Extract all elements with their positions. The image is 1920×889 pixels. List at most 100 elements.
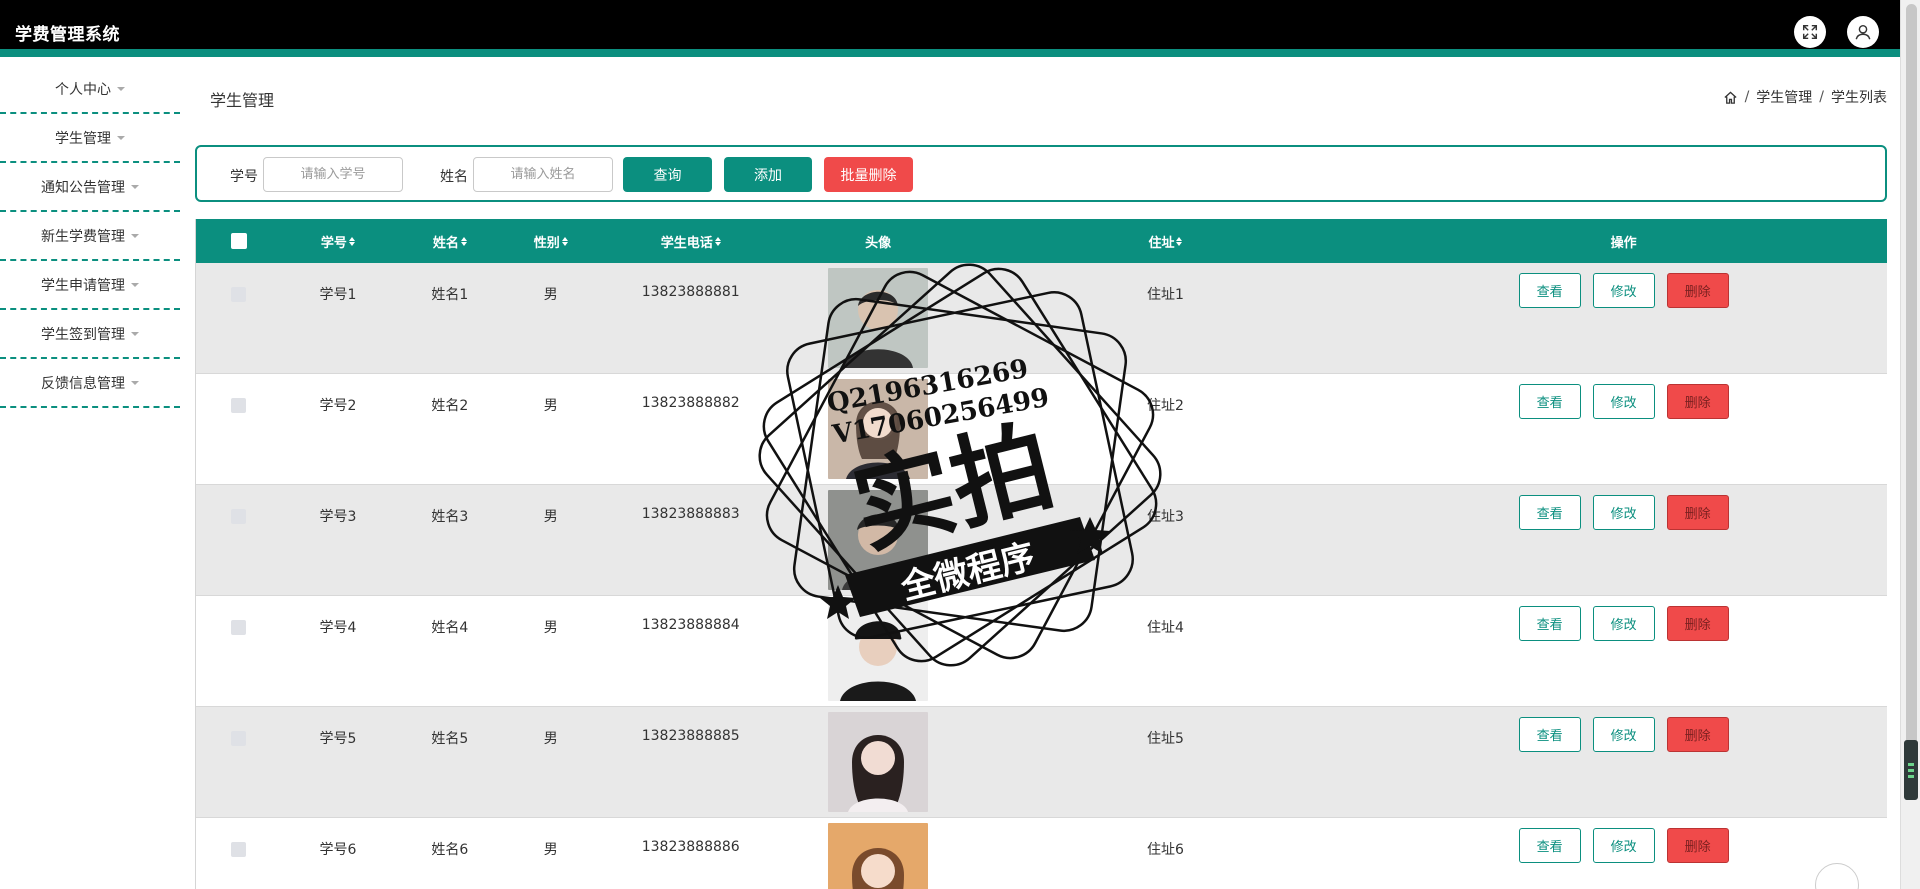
top-bar: 学费管理系统 bbox=[0, 0, 1900, 57]
add-button[interactable]: 添加 bbox=[724, 157, 812, 192]
cell-gender: 男 bbox=[543, 620, 558, 636]
select-all-checkbox[interactable] bbox=[230, 233, 247, 249]
cell-address: 住址5 bbox=[1146, 731, 1184, 747]
sidebar-item-notice-management[interactable]: 通知公告管理 bbox=[0, 163, 180, 212]
sidebar-item-personal-center[interactable]: 个人中心 bbox=[0, 65, 180, 114]
view-button[interactable]: 查看 bbox=[1518, 273, 1581, 308]
student-id-input[interactable] bbox=[263, 157, 403, 192]
cell-student-id: 学号5 bbox=[319, 731, 357, 747]
cell-name: 姓名2 bbox=[431, 398, 469, 414]
sidebar-item-label: 学生管理 bbox=[55, 130, 111, 147]
view-button[interactable]: 查看 bbox=[1518, 384, 1581, 419]
sidebar-item-label: 通知公告管理 bbox=[41, 179, 125, 196]
edit-button[interactable]: 修改 bbox=[1592, 273, 1655, 308]
table-row: 学号4 姓名4 男 13823888884 住址4 查看 修改 删除 bbox=[196, 596, 1887, 707]
table-row: 学号3 姓名3 男 13823888883 住址3 查看 修改 删除 bbox=[196, 485, 1887, 596]
view-button[interactable]: 查看 bbox=[1518, 495, 1581, 530]
avatar bbox=[828, 379, 929, 479]
cell-gender: 男 bbox=[543, 731, 558, 747]
cell-address: 住址6 bbox=[1146, 842, 1184, 858]
table-row: 学号1 姓名1 男 13823888881 住址1 查看 修改 删除 bbox=[196, 263, 1887, 374]
sidebar-item-student-management[interactable]: 学生管理 bbox=[0, 114, 180, 163]
scrollbar-thumb[interactable] bbox=[1906, 4, 1917, 794]
chevron-down-icon bbox=[131, 184, 139, 189]
cell-address: 住址1 bbox=[1146, 287, 1184, 303]
breadcrumb-item[interactable]: 学生管理 bbox=[1756, 87, 1812, 107]
cell-gender: 男 bbox=[543, 842, 558, 858]
cell-student-id: 学号1 bbox=[319, 287, 357, 303]
sidebar-item-label: 学生申请管理 bbox=[41, 277, 125, 294]
column-header-address[interactable]: 住址 bbox=[971, 219, 1361, 263]
app-window: 学费管理系统 个人中心 学生管理 通知公告管理 新生学费管理 学生申请管理 学生… bbox=[0, 0, 1920, 889]
cell-phone: 13823888882 bbox=[641, 395, 740, 411]
delete-button[interactable]: 删除 bbox=[1666, 717, 1729, 752]
edit-button[interactable]: 修改 bbox=[1592, 606, 1655, 641]
chevron-down-icon bbox=[131, 233, 139, 238]
delete-button[interactable]: 删除 bbox=[1666, 828, 1729, 863]
delete-button[interactable]: 删除 bbox=[1666, 606, 1729, 641]
cell-phone: 13823888885 bbox=[641, 728, 740, 744]
side-widget[interactable] bbox=[1904, 740, 1918, 800]
cell-student-id: 学号4 bbox=[319, 620, 357, 636]
edit-button[interactable]: 修改 bbox=[1592, 717, 1655, 752]
row-checkbox[interactable] bbox=[231, 398, 247, 413]
edit-button[interactable]: 修改 bbox=[1592, 495, 1655, 530]
delete-button[interactable]: 删除 bbox=[1666, 495, 1729, 530]
fullscreen-icon[interactable] bbox=[1794, 16, 1826, 48]
sort-icon[interactable] bbox=[348, 236, 355, 246]
chevron-down-icon bbox=[117, 135, 125, 140]
sidebar-item-checkin-management[interactable]: 学生签到管理 bbox=[0, 310, 180, 359]
column-header-gender[interactable]: 性别 bbox=[506, 219, 596, 263]
row-checkbox[interactable] bbox=[231, 620, 247, 635]
view-button[interactable]: 查看 bbox=[1518, 828, 1581, 863]
table-row: 学号2 姓名2 男 13823888882 住址2 查看 修改 删除 bbox=[196, 374, 1887, 485]
column-header-avatar: 头像 bbox=[865, 235, 892, 251]
sort-icon[interactable] bbox=[561, 236, 568, 246]
sidebar-item-tuition-management[interactable]: 新生学费管理 bbox=[0, 212, 180, 261]
cell-name: 姓名6 bbox=[431, 842, 469, 858]
avatar bbox=[828, 268, 929, 368]
sidebar-item-label: 新生学费管理 bbox=[41, 228, 125, 245]
batch-delete-button[interactable]: 批量删除 bbox=[824, 157, 913, 192]
cell-student-id: 学号2 bbox=[319, 398, 357, 414]
chevron-down-icon bbox=[131, 380, 139, 385]
breadcrumb-item: 学生列表 bbox=[1831, 90, 1887, 106]
row-checkbox[interactable] bbox=[231, 842, 247, 857]
page-title: 学生管理 bbox=[210, 91, 275, 110]
search-form: 学号 姓名 查询 添加 批量删除 bbox=[195, 145, 1887, 202]
sort-icon[interactable] bbox=[714, 236, 721, 246]
view-button[interactable]: 查看 bbox=[1518, 606, 1581, 641]
column-header-actions: 操作 bbox=[1610, 235, 1637, 251]
app-title: 学费管理系统 bbox=[15, 25, 120, 45]
chevron-down-icon bbox=[131, 331, 139, 336]
cell-address: 住址3 bbox=[1146, 509, 1184, 525]
user-icon[interactable] bbox=[1847, 16, 1879, 48]
table-header: 学号 姓名 性别 学生电话 头像 住址 操作 bbox=[196, 219, 1887, 263]
sidebar-item-application-management[interactable]: 学生申请管理 bbox=[0, 261, 180, 310]
table-row: 学号6 姓名6 男 13823888886 住址6 查看 修改 删除 bbox=[196, 818, 1887, 889]
cell-address: 住址2 bbox=[1146, 398, 1184, 414]
page-scrollbar[interactable] bbox=[1900, 0, 1920, 889]
cell-gender: 男 bbox=[543, 398, 558, 414]
edit-button[interactable]: 修改 bbox=[1592, 384, 1655, 419]
name-input[interactable] bbox=[473, 157, 613, 192]
main-content: 学生管理 / 学生管理 / 学生列表 学号 姓名 查询 添加 批量删除 学号 姓… bbox=[195, 65, 1887, 889]
delete-button[interactable]: 删除 bbox=[1666, 384, 1729, 419]
avatar bbox=[828, 490, 929, 590]
cell-gender: 男 bbox=[543, 287, 558, 303]
row-checkbox[interactable] bbox=[231, 731, 247, 746]
home-icon[interactable] bbox=[1723, 90, 1738, 105]
column-header-phone[interactable]: 学生电话 bbox=[596, 219, 786, 263]
view-button[interactable]: 查看 bbox=[1518, 717, 1581, 752]
cell-name: 姓名4 bbox=[431, 620, 469, 636]
query-button[interactable]: 查询 bbox=[623, 157, 712, 192]
sort-icon[interactable] bbox=[1176, 236, 1183, 246]
delete-button[interactable]: 删除 bbox=[1666, 273, 1729, 308]
sort-icon[interactable] bbox=[460, 236, 467, 246]
edit-button[interactable]: 修改 bbox=[1592, 828, 1655, 863]
row-checkbox[interactable] bbox=[231, 509, 247, 524]
sidebar-item-feedback-management[interactable]: 反馈信息管理 bbox=[0, 359, 180, 408]
row-checkbox[interactable] bbox=[231, 287, 247, 302]
column-header-name[interactable]: 姓名 bbox=[394, 219, 506, 263]
column-header-id[interactable]: 学号 bbox=[282, 219, 394, 263]
